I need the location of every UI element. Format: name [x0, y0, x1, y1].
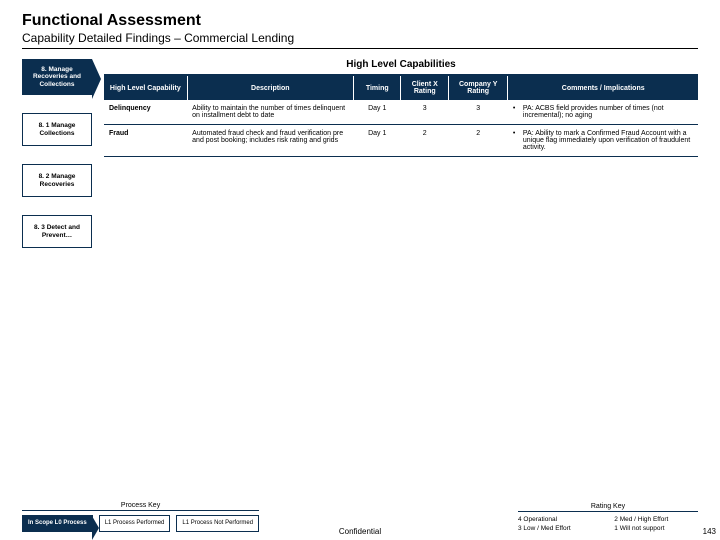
cell-desc: Ability to maintain the number of times …	[187, 100, 353, 125]
col-rx: Client X Rating	[401, 76, 449, 100]
rating-key-title: Rating Key	[518, 503, 698, 512]
col-desc: Description	[187, 76, 353, 100]
col-ry: Company Y Rating	[449, 76, 508, 100]
rating-1: 1 Will not support	[614, 525, 698, 532]
key-not-performed: L1 Process Not Performed	[176, 515, 259, 532]
col-comm: Comments / Implications	[508, 76, 698, 100]
nav-sub-collections: 8. 1 Manage Collections	[22, 113, 92, 146]
rating-2: 2 Med / High Effort	[614, 516, 698, 523]
cell-desc: Automated fraud check and fraud verifica…	[187, 125, 353, 157]
cell-comm: •PA: ACBS field provides number of times…	[508, 100, 698, 125]
cell-timing: Day 1	[353, 100, 401, 125]
nav-sub-recoveries: 8. 2 Manage Recoveries	[22, 164, 92, 197]
table-row: Delinquency Ability to maintain the numb…	[104, 100, 698, 125]
panel-title: High Level Capabilities	[104, 59, 698, 70]
key-in-scope: In Scope L0 Process	[22, 515, 93, 532]
title-block: Functional Assessment Capability Detaile…	[22, 12, 698, 49]
table-row: Fraud Automated fraud check and fraud ve…	[104, 125, 698, 157]
page-subtitle: Capability Detailed Findings – Commercia…	[22, 31, 698, 45]
rating-key: Rating Key 4 Operational 2 Med / High Ef…	[518, 503, 698, 532]
cell-timing: Day 1	[353, 125, 401, 157]
col-timing: Timing	[353, 76, 401, 100]
table-header-row: High Level Capability Description Timing…	[104, 76, 698, 100]
nav-current: 8. Manage Recoveries and Collections	[22, 59, 92, 95]
cell-comm: •PA: Ability to mark a Confirmed Fraud A…	[508, 125, 698, 157]
col-hlc: High Level Capability	[104, 76, 187, 100]
confidential-label: Confidential	[339, 527, 381, 536]
page-title: Functional Assessment	[22, 12, 698, 30]
cell-comm-text: PA: ACBS field provides number of times …	[523, 105, 693, 119]
rating-3: 3 Low / Med Effort	[518, 525, 600, 532]
rating-4: 4 Operational	[518, 516, 600, 523]
cell-comm-text: PA: Ability to mark a Confirmed Fraud Ac…	[523, 130, 693, 151]
page-number: 143	[703, 527, 716, 536]
left-nav: 8. Manage Recoveries and Collections 8. …	[22, 59, 92, 248]
cell-ry: 3	[449, 100, 508, 125]
nav-sub-detect: 8. 3 Detect and Prevent…	[22, 215, 92, 248]
cell-hlc: Fraud	[104, 125, 187, 157]
cell-ry: 2	[449, 125, 508, 157]
cell-rx: 3	[401, 100, 449, 125]
cell-rx: 2	[401, 125, 449, 157]
process-key-title: Process Key	[22, 502, 259, 511]
process-key: Process Key In Scope L0 Process L1 Proce…	[22, 502, 259, 532]
cell-hlc: Delinquency	[104, 100, 187, 125]
key-performed: L1 Process Performed	[99, 515, 171, 532]
capabilities-table: High Level Capability Description Timing…	[104, 76, 698, 157]
